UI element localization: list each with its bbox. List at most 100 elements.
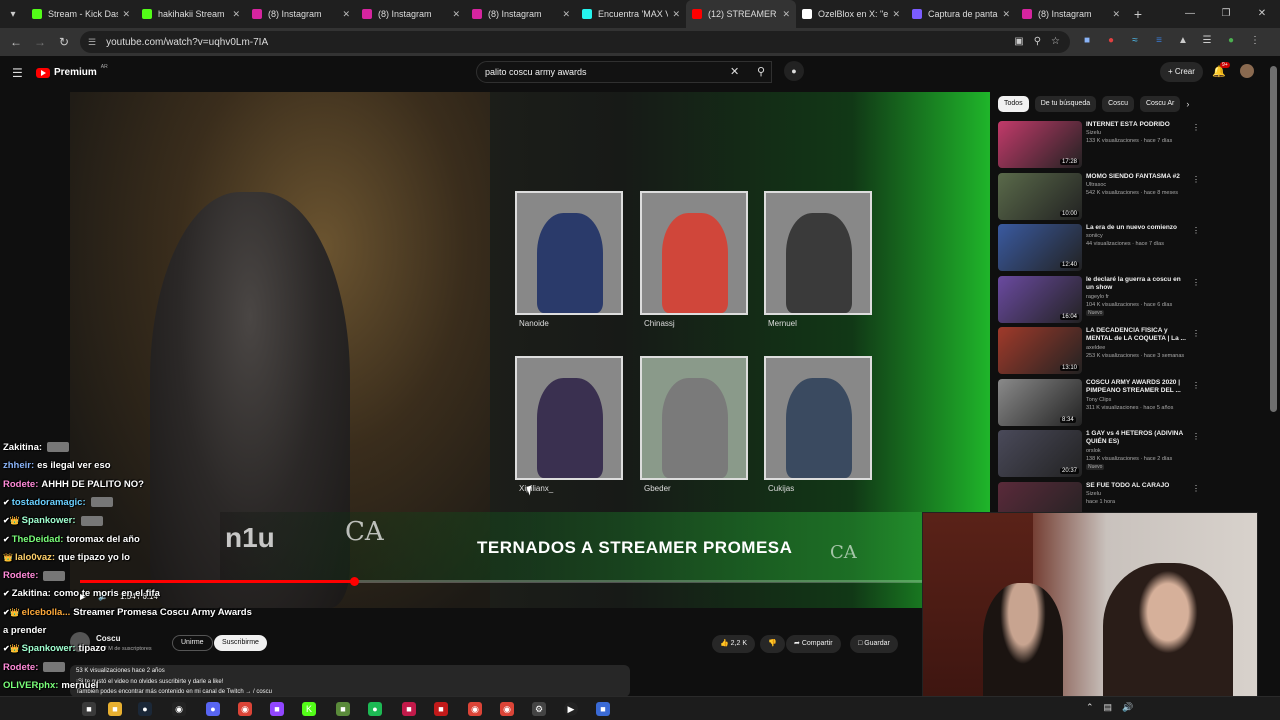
tab-close-icon[interactable]: ✕: [782, 9, 790, 20]
channel-name[interactable]: orslok: [1086, 448, 1101, 454]
more-options-icon[interactable]: ⋮: [1192, 432, 1200, 441]
menu-icon[interactable]: ⋮: [1248, 34, 1262, 48]
youtube-logo[interactable]: Premium AR: [36, 64, 108, 78]
restore-icon[interactable]: ❐: [1208, 0, 1244, 28]
channel-name[interactable]: Sizelu: [1086, 491, 1101, 497]
tab-search-icon[interactable]: ▾: [0, 0, 26, 28]
more-options-icon[interactable]: ⋮: [1192, 175, 1200, 184]
browser-tab[interactable]: (8) Instagram ✕: [356, 0, 466, 28]
site-info-icon[interactable]: ☰: [88, 37, 96, 48]
channel-name[interactable]: Ultrasoc: [1086, 182, 1106, 188]
more-options-icon[interactable]: ⋮: [1192, 329, 1200, 338]
tab-close-icon[interactable]: ✕: [1002, 9, 1010, 20]
browser-tab[interactable]: Stream - Kick Dash ✕: [26, 0, 136, 28]
like-button[interactable]: 👍 2,2 K: [712, 635, 756, 653]
create-button[interactable]: + Crear: [1160, 62, 1203, 82]
channel-name[interactable]: rageylo fr: [1086, 294, 1109, 300]
filter-chip[interactable]: Todos: [998, 96, 1029, 112]
video-title[interactable]: INTERNET ESTÁ PODRIDO: [1086, 121, 1186, 129]
recommended-video[interactable]: 17:28 INTERNET ESTÁ PODRIDO Sizelu 133 K vi…: [998, 121, 1268, 171]
recommended-video[interactable]: 13:10 LA DECADENCIA FÍSICA y MENTAL de LA…: [998, 327, 1268, 377]
app-icon[interactable]: ■: [596, 702, 610, 716]
reload-icon[interactable]: ↻: [52, 35, 76, 49]
more-options-icon[interactable]: ⋮: [1192, 381, 1200, 390]
task-view-icon[interactable]: ■: [82, 702, 96, 716]
spotify-icon[interactable]: ●: [368, 702, 382, 716]
file-explorer-icon[interactable]: ■: [108, 702, 122, 716]
zoom-icon[interactable]: ⚲: [1034, 36, 1041, 47]
browser-tab[interactable]: hakihakii Stream ✕: [136, 0, 246, 28]
forward-icon[interactable]: →: [28, 35, 52, 49]
video-title[interactable]: MOMO SIENDO FANTASMA #2: [1086, 173, 1186, 181]
recommended-video[interactable]: 16:04 le declaré la guerra a coscu en un …: [998, 275, 1268, 326]
cast-icon[interactable]: ▣: [1014, 36, 1023, 47]
extension-icon[interactable]: ■: [1080, 34, 1094, 48]
video-title[interactable]: SE FUE TODO AL CARAJO: [1086, 482, 1186, 490]
search-input[interactable]: palito coscu army awards: [476, 61, 772, 83]
kick-icon[interactable]: K: [302, 702, 316, 716]
tray-chevron-icon[interactable]: ⌃: [1086, 702, 1094, 713]
tab-close-icon[interactable]: ✕: [232, 9, 240, 20]
microphone-icon[interactable]: ●: [784, 61, 804, 81]
tab-close-icon[interactable]: ✕: [672, 9, 680, 20]
tab-close-icon[interactable]: ✕: [892, 9, 900, 20]
more-options-icon[interactable]: ⋮: [1192, 226, 1200, 235]
extension-icon[interactable]: ≈: [1128, 34, 1142, 48]
hamburger-menu-icon[interactable]: ☰: [12, 66, 23, 80]
tab-close-icon[interactable]: ✕: [562, 9, 570, 20]
account-avatar[interactable]: [1240, 64, 1254, 78]
profile-icon[interactable]: ●: [1224, 34, 1238, 48]
tab-close-icon[interactable]: ✕: [452, 9, 460, 20]
filter-chip[interactable]: Coscu Ar: [1139, 96, 1181, 112]
chrome-icon[interactable]: ◉: [238, 702, 252, 716]
tab-close-icon[interactable]: ✕: [1112, 9, 1120, 20]
page-scrollbar[interactable]: [1270, 66, 1277, 412]
dislike-button[interactable]: 👎: [760, 635, 785, 653]
back-icon[interactable]: ←: [4, 35, 28, 49]
video-title[interactable]: COSCU ARMY AWARDS 2020 | PIMPEANO STREAM…: [1086, 379, 1186, 395]
app-icon[interactable]: ■: [402, 702, 416, 716]
chevron-right-icon[interactable]: ›: [1186, 96, 1189, 112]
media-player-icon[interactable]: ▶: [564, 702, 578, 716]
steam-icon[interactable]: ●: [138, 702, 152, 716]
browser-tab[interactable]: Captura de panta ✕: [906, 0, 1016, 28]
network-icon[interactable]: ▤: [1104, 702, 1113, 713]
clear-search-icon[interactable]: ✕: [730, 65, 739, 78]
filter-chip[interactable]: De tu búsqueda: [1034, 96, 1097, 112]
search-icon[interactable]: ⚲: [748, 61, 774, 83]
more-options-icon[interactable]: ⋮: [1192, 278, 1200, 287]
progress-scrubber[interactable]: [350, 577, 359, 586]
new-tab-button[interactable]: +: [1126, 6, 1150, 22]
media-icon[interactable]: ☰: [1200, 34, 1214, 48]
chrome-icon[interactable]: ◉: [500, 702, 514, 716]
video-title[interactable]: LA DECADENCIA FÍSICA y MENTAL de LA COQU…: [1086, 327, 1186, 343]
minecraft-icon[interactable]: ■: [336, 702, 350, 716]
filter-chip[interactable]: Coscu: [1102, 96, 1134, 112]
volume-tray-icon[interactable]: 🔊: [1122, 702, 1133, 713]
puzzle-icon[interactable]: ▲: [1176, 34, 1190, 48]
more-options-icon[interactable]: ⋮: [1192, 484, 1200, 493]
channel-name[interactable]: axeldee: [1086, 345, 1105, 351]
address-bar[interactable]: ☰ youtube.com/watch?v=uqhv0Lm-7IA ▣ ⚲ ☆: [80, 31, 1070, 53]
channel-name[interactable]: Sizelu: [1086, 130, 1101, 136]
recommended-video[interactable]: 10:00 MOMO SIENDO FANTASMA #2 Ultrasoc 542 …: [998, 172, 1268, 223]
video-title[interactable]: La era de un nuevo comienzo: [1086, 224, 1186, 232]
browser-tab[interactable]: (8) Instagram ✕: [246, 0, 356, 28]
settings-gear-icon[interactable]: ⚙: [532, 702, 546, 716]
discord-icon[interactable]: ●: [206, 702, 220, 716]
share-button[interactable]: ➦ Compartir: [786, 635, 841, 653]
channel-name[interactable]: Tony Clips: [1086, 397, 1111, 403]
twitch-icon[interactable]: ■: [270, 702, 284, 716]
recommended-video[interactable]: 8:34 COSCU ARMY AWARDS 2020 | PIMPEANO ST…: [998, 378, 1268, 429]
app-icon[interactable]: ■: [434, 702, 448, 716]
obs-icon[interactable]: ◉: [172, 702, 186, 716]
tab-close-icon[interactable]: ✕: [342, 9, 350, 20]
more-options-icon[interactable]: ⋮: [1192, 123, 1200, 132]
browser-tab[interactable]: (8) Instagram ✕: [466, 0, 576, 28]
recommended-video[interactable]: 20:37 1 GAY vs 4 HETEROS (ADIVINA QUIÉN E…: [998, 430, 1268, 480]
video-title[interactable]: le declaré la guerra a coscu en un show: [1086, 276, 1186, 292]
browser-tab[interactable]: Encuentra 'MAX V ✕: [576, 0, 686, 28]
video-title[interactable]: 1 GAY vs 4 HETEROS (ADIVINA QUIÉN ES): [1086, 430, 1186, 446]
extension-icon[interactable]: ≡: [1152, 34, 1166, 48]
bookmark-star-icon[interactable]: ☆: [1051, 36, 1060, 47]
